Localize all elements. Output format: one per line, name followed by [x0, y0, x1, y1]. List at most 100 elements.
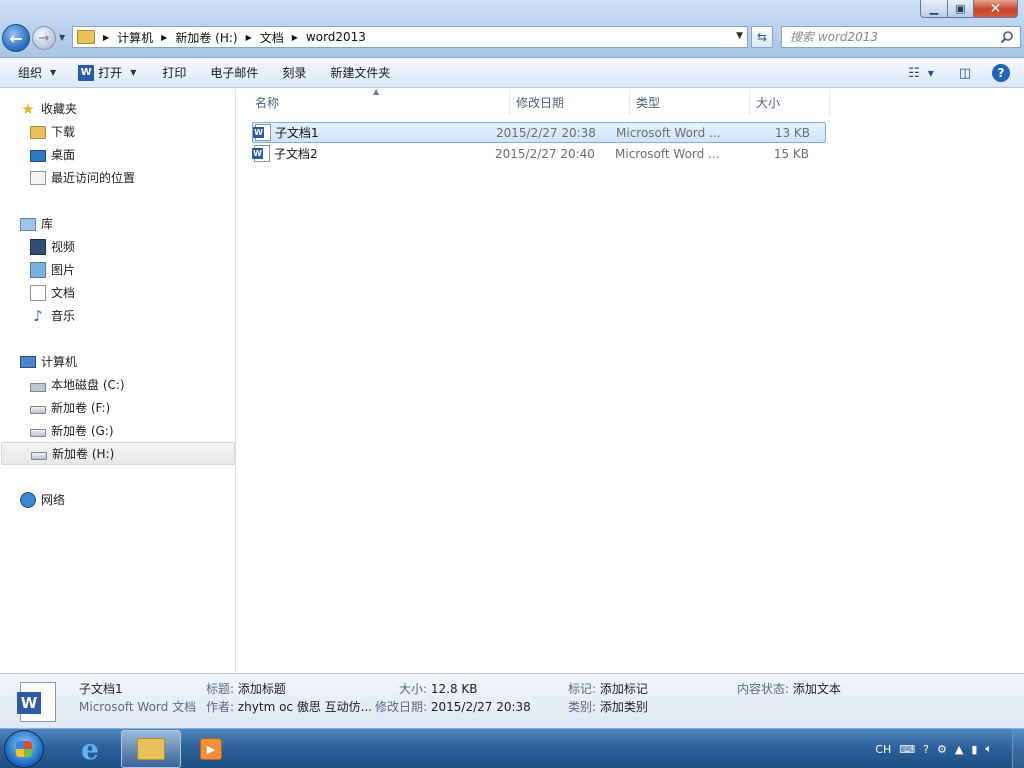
file-type: Microsoft Word ... [616, 125, 721, 140]
organize-button[interactable]: 组织 ▼ [0, 60, 65, 86]
email-button[interactable]: 电子邮件 [201, 60, 267, 86]
file-list: ▲ 名称 修改日期 类型 大小 子文档1 2015/2/27 20:38 Mic… [237, 87, 1024, 673]
explorer-folder-icon [137, 738, 165, 760]
taskbar-media-player[interactable]: ▶ [185, 730, 237, 768]
file-name-cell: 子文档1 [253, 124, 496, 141]
column-label: 名称 [255, 95, 280, 110]
volume-icon[interactable]: 🔈︎ [985, 742, 992, 756]
show-desktop-button[interactable] [1012, 729, 1024, 768]
nav-label: 桌面 [51, 148, 76, 162]
details-title[interactable]: 标题: 添加标题 [206, 680, 286, 697]
details-tags[interactable]: 标记: 添加标记 [568, 680, 648, 697]
help-icon: ? [992, 64, 1010, 82]
maximize-button[interactable]: ▣ [948, 0, 974, 18]
nav-libraries[interactable]: 库 [0, 212, 75, 235]
downloads-folder-icon [30, 126, 46, 139]
keyboard-icon[interactable]: ⌨ [899, 743, 915, 756]
music-note-icon: ♪ [33, 306, 43, 325]
taskbar-windows-explorer[interactable] [121, 730, 181, 768]
breadcrumb-word2013[interactable]: word2013 [306, 30, 366, 44]
nav-label: 文档 [51, 286, 76, 300]
chevron-right-icon[interactable]: ▶ [161, 33, 167, 42]
column-header-type[interactable]: 类型 [630, 89, 750, 115]
nav-drive-f[interactable]: 新加卷 (F:) [0, 396, 235, 419]
details-author[interactable]: 作者: zhytm oc 傲思 互动仿... [206, 698, 372, 715]
details-category[interactable]: 类别: 添加类别 [568, 698, 648, 715]
arrow-left-icon: ← [9, 28, 23, 48]
address-history-dropdown[interactable]: ▼ [736, 31, 743, 41]
nav-videos[interactable]: 视频 [0, 235, 75, 258]
nav-label: 计算机 [41, 355, 78, 369]
close-button[interactable]: ✕ [974, 0, 1018, 18]
file-row[interactable]: 子文档2 2015/2/27 20:40 Microsoft Word ... … [252, 143, 826, 164]
caret-down-icon: ▼ [927, 68, 934, 78]
show-hidden-icons-icon[interactable]: ▲ [955, 743, 963, 756]
organize-label: 组织 [18, 66, 43, 80]
open-button[interactable]: W 打开 ▼ [69, 60, 145, 86]
navigation-buttons: ← → ▼ [2, 24, 68, 52]
breadcrumb-drive-h[interactable]: 新加卷 (H:) [175, 29, 237, 46]
nav-pictures[interactable]: 图片 [0, 258, 75, 281]
preview-pane-button[interactable]: ◫ [950, 61, 980, 85]
change-view-button[interactable]: ☷ ▼ [906, 61, 936, 85]
preview-pane-icon: ◫ [958, 65, 972, 81]
chevron-right-icon[interactable]: ▶ [103, 33, 109, 42]
nav-label: 音乐 [51, 309, 76, 323]
media-player-icon: ▶ [200, 738, 222, 760]
breadcrumb-documents[interactable]: 文档 [260, 29, 284, 46]
details-content-status[interactable]: 内容状态: 添加文本 [737, 680, 841, 697]
start-button[interactable] [4, 730, 44, 768]
nav-drive-h[interactable]: 新加卷 (H:) [1, 442, 235, 465]
language-indicator[interactable]: CH [875, 743, 891, 756]
refresh-button[interactable]: ⇆ [751, 26, 773, 48]
forward-button[interactable]: → [32, 26, 56, 50]
nav-recent-places[interactable]: 最近访问的位置 [0, 166, 135, 189]
search-input[interactable] [782, 30, 992, 44]
file-row[interactable]: 子文档1 2015/2/27 20:38 Microsoft Word ... … [252, 122, 826, 143]
help-tray-icon[interactable]: ? [923, 743, 929, 756]
column-header-name[interactable]: ▲ 名称 [237, 87, 510, 115]
nav-computer[interactable]: 计算机 [0, 350, 235, 373]
word-document-icon [252, 145, 270, 162]
new-folder-button[interactable]: 新建文件夹 [321, 60, 399, 86]
nav-label: 收藏夹 [41, 102, 78, 116]
nav-drive-c[interactable]: 本地磁盘 (C:) [0, 373, 235, 396]
libraries-group: 库 视频 图片 文档 ♪ 音乐 [0, 212, 75, 327]
settings-tray-icon[interactable]: ⚙ [937, 743, 947, 756]
open-label: 打开 [98, 66, 123, 80]
search-icon[interactable] [1000, 30, 1014, 44]
chevron-right-icon[interactable]: ▶ [292, 33, 298, 42]
burn-button[interactable]: 刻录 [273, 60, 315, 86]
recent-pages-dropdown[interactable]: ▼ [59, 33, 65, 42]
help-button[interactable]: ? [986, 61, 1016, 85]
print-button[interactable]: 打印 [153, 60, 195, 86]
nav-favorites[interactable]: ★ 收藏夹 [0, 97, 135, 120]
nav-downloads[interactable]: 下载 [0, 120, 135, 143]
search-box[interactable] [781, 26, 1021, 48]
nav-label: 新加卷 (G:) [51, 424, 114, 438]
column-header-date[interactable]: 修改日期 [510, 89, 630, 115]
nav-label: 新加卷 (H:) [52, 447, 115, 461]
network-icon [20, 491, 36, 508]
address-bar[interactable]: ▶ 计算机 ▶ 新加卷 (H:) ▶ 文档 ▶ word2013 ▼ [72, 26, 748, 48]
file-size: 15 KB [773, 146, 809, 161]
nav-drive-g[interactable]: 新加卷 (G:) [0, 419, 235, 442]
column-header-size[interactable]: 大小 [750, 89, 830, 115]
nav-network[interactable]: 网络 [0, 488, 65, 511]
column-headers: ▲ 名称 修改日期 类型 大小 [237, 87, 837, 115]
breadcrumb-computer[interactable]: 计算机 [117, 29, 153, 46]
taskbar: e ▶ CH ⌨ ? ⚙ ▲ ▮ 🔈︎ [0, 728, 1024, 768]
drive-icon [30, 406, 46, 414]
file-date: 2015/2/27 20:38 [496, 125, 596, 140]
back-button[interactable]: ← [2, 24, 30, 52]
minimize-button[interactable]: ▁ [920, 0, 948, 18]
chevron-right-icon[interactable]: ▶ [246, 33, 252, 42]
nav-desktop[interactable]: 桌面 [0, 143, 135, 166]
nav-label: 网络 [41, 493, 66, 507]
computer-icon [20, 355, 36, 368]
nav-documents[interactable]: 文档 [0, 281, 75, 304]
nav-music[interactable]: ♪ 音乐 [0, 304, 75, 327]
nav-label: 最近访问的位置 [51, 171, 136, 185]
taskbar-internet-explorer[interactable]: e [64, 730, 116, 768]
network-status-icon[interactable]: ▮ [971, 743, 977, 756]
